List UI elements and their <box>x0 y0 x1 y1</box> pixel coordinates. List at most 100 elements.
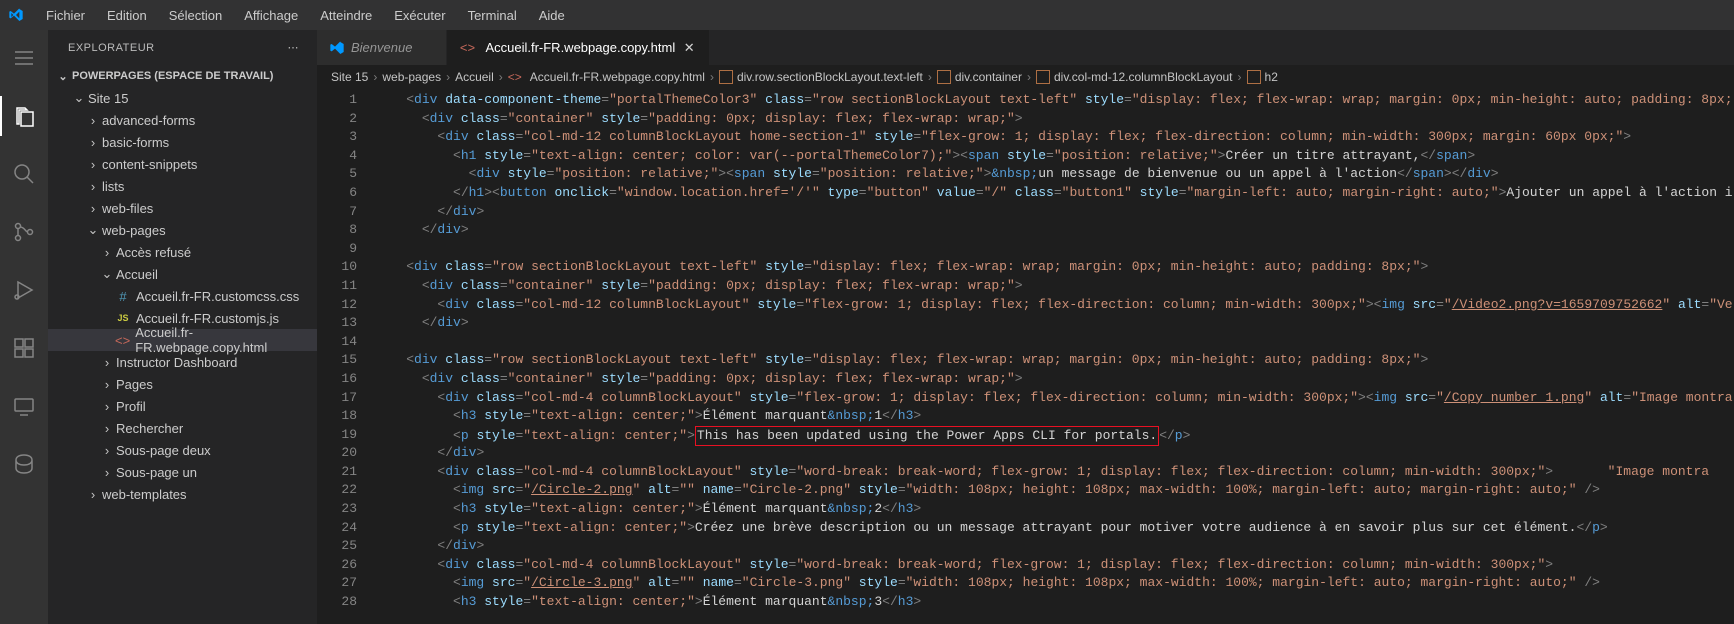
code-line[interactable]: </div> "Image montra <box>375 537 1734 556</box>
html-file-icon: <> <box>114 333 131 348</box>
code-line[interactable]: </h1><button onclick="window.location.hr… <box>375 184 1734 203</box>
vscode-icon <box>329 40 345 56</box>
breadcrumb-div.row.sectionBlockLayout.text-left[interactable]: div.row.sectionBlockLayout.text-left <box>719 70 923 84</box>
close-icon[interactable]: ✕ <box>681 40 697 56</box>
code-line[interactable]: <div class="col-md-4 columnBlockLayout" … <box>375 463 1734 482</box>
tree-folder-Sous-page deux[interactable]: ›Sous-page deux <box>48 439 317 461</box>
line-number: 22 <box>317 481 357 500</box>
menu-exécuter[interactable]: Exécuter <box>384 4 455 27</box>
code-line[interactable]: <div class="container" style="padding: 0… <box>375 370 1734 389</box>
code-line[interactable]: </div> <box>375 221 1734 240</box>
code-editor[interactable]: 1234567891011121314151617181920212223242… <box>317 89 1734 624</box>
search-icon[interactable] <box>0 154 48 194</box>
code-line[interactable]: <div class="container" style="padding: 0… <box>375 277 1734 296</box>
html-file-icon: <> <box>459 40 475 56</box>
breadcrumb-div.col-md-12.columnBlockLayout[interactable]: div.col-md-12.columnBlockLayout <box>1036 70 1233 84</box>
breadcrumb-h2[interactable]: h2 <box>1247 70 1278 84</box>
run-debug-icon[interactable] <box>0 270 48 310</box>
symbol-icon <box>1036 70 1050 84</box>
tree-folder-content-snippets[interactable]: ›content-snippets <box>48 153 317 175</box>
tab-Accueil.fr-FR.webpage.copy.html[interactable]: <>Accueil.fr-FR.webpage.copy.html✕ <box>447 30 710 65</box>
line-number: 17 <box>317 389 357 408</box>
code-line[interactable]: <div style="position: relative;"><span s… <box>375 165 1734 184</box>
line-number: 19 <box>317 426 357 445</box>
code-line[interactable]: <div class="container" style="padding: 0… <box>375 110 1734 129</box>
more-actions-icon[interactable]: ⋯ <box>288 41 300 54</box>
code-line[interactable]: </div> <box>375 314 1734 333</box>
tree-folder-Profil[interactable]: ›Profil <box>48 395 317 417</box>
chevron-right-icon: › <box>100 464 114 480</box>
menu-atteindre[interactable]: Atteindre <box>310 4 382 27</box>
breadcrumb-separator-icon: › <box>1238 70 1242 84</box>
menu-affichage[interactable]: Affichage <box>234 4 308 27</box>
menu-terminal[interactable]: Terminal <box>458 4 527 27</box>
breadcrumb-div.container[interactable]: div.container <box>937 70 1022 84</box>
code-line[interactable]: <div class="col-md-12 columnBlockLayout … <box>375 128 1734 147</box>
code-line[interactable]: <h3 style="text-align: center;">Élément … <box>375 593 1734 612</box>
titlebar: FichierEditionSélectionAffichageAtteindr… <box>0 0 1734 30</box>
chevron-right-icon: › <box>86 156 100 172</box>
code-line[interactable]: </div> <box>375 444 1734 463</box>
tree-folder-Accès refusé[interactable]: ›Accès refusé <box>48 241 317 263</box>
line-number: 15 <box>317 351 357 370</box>
tree-folder-root[interactable]: ⌄Site 15 <box>48 87 317 109</box>
sidebar-title: EXPLORATEUR <box>68 42 155 54</box>
tree-folder-basic-forms[interactable]: ›basic-forms <box>48 131 317 153</box>
workspace-header[interactable]: ⌄POWERPAGES (ESPACE DE TRAVAIL) <box>48 65 317 87</box>
line-number: 26 <box>317 556 357 575</box>
chevron-right-icon: › <box>86 112 100 128</box>
breadcrumb-Site 15[interactable]: Site 15 <box>331 70 368 84</box>
code-line[interactable]: <h1 style="text-align: center; color: va… <box>375 147 1734 166</box>
breadcrumb-Accueil[interactable]: Accueil <box>455 70 494 84</box>
code-line[interactable] <box>375 240 1734 259</box>
tree-folder-accueil[interactable]: ⌄Accueil <box>48 263 317 285</box>
explorer-icon[interactable] <box>0 96 48 136</box>
code-line[interactable] <box>375 333 1734 352</box>
breadcrumb-web-pages[interactable]: web-pages <box>382 70 441 84</box>
tree-file-Accueil.fr-FR.customcss.css[interactable]: #Accueil.fr-FR.customcss.css <box>48 285 317 307</box>
power-platform-icon[interactable] <box>0 444 48 484</box>
menu-sélection[interactable]: Sélection <box>159 4 232 27</box>
code-line[interactable]: <h3 style="text-align: center;">Élément … <box>375 407 1734 426</box>
tree-folder-Pages[interactable]: ›Pages <box>48 373 317 395</box>
code-line[interactable]: <div class="row sectionBlockLayout text-… <box>375 351 1734 370</box>
line-number: 8 <box>317 221 357 240</box>
breadcrumb-Accueil.fr-FR.webpage.copy.html[interactable]: <>Accueil.fr-FR.webpage.copy.html <box>508 70 705 84</box>
code-content[interactable]: <div data-component-theme="portalThemeCo… <box>375 89 1734 624</box>
tree-folder-lists[interactable]: ›lists <box>48 175 317 197</box>
menu-fichier[interactable]: Fichier <box>36 4 95 27</box>
code-line[interactable]: <div data-component-theme="portalThemeCo… <box>375 91 1734 110</box>
menu-edition[interactable]: Edition <box>97 4 157 27</box>
source-control-icon[interactable] <box>0 212 48 252</box>
menu-icon[interactable] <box>0 38 48 78</box>
line-number: 1 <box>317 91 357 110</box>
remote-icon[interactable] <box>0 386 48 426</box>
code-line[interactable]: </div> <box>375 203 1734 222</box>
code-line[interactable]: <div class="col-md-12 columnBlockLayout"… <box>375 296 1734 315</box>
code-line[interactable]: <h3 style="text-align: center;">Élément … <box>375 500 1734 519</box>
symbol-icon <box>719 70 733 84</box>
editor-area: Bienvenue✕<>Accueil.fr-FR.webpage.copy.h… <box>317 30 1734 624</box>
code-line[interactable]: <div class="col-md-4 columnBlockLayout" … <box>375 556 1734 575</box>
chevron-right-icon: › <box>100 354 114 370</box>
tree-file-Accueil.fr-FR.webpage.copy.html[interactable]: <>Accueil.fr-FR.webpage.copy.html <box>48 329 317 351</box>
breadcrumb-separator-icon: › <box>928 70 932 84</box>
menu-aide[interactable]: Aide <box>529 4 575 27</box>
tree-folder-web-pages[interactable]: ⌄web-pages <box>48 219 317 241</box>
tree-folder-web-files[interactable]: ›web-files <box>48 197 317 219</box>
line-number: 18 <box>317 407 357 426</box>
tree-folder-web-templates[interactable]: ›web-templates <box>48 483 317 505</box>
code-line[interactable]: <p style="text-align: center;">Créez une… <box>375 519 1734 538</box>
tab-Bienvenue[interactable]: Bienvenue✕ <box>317 30 447 65</box>
extensions-icon[interactable] <box>0 328 48 368</box>
code-line[interactable]: <div class="col-md-4 columnBlockLayout" … <box>375 389 1734 408</box>
tree-folder-advanced-forms[interactable]: ›advanced-forms <box>48 109 317 131</box>
code-line[interactable]: <img src="/Circle-3.png" alt="" name="Ci… <box>375 574 1734 593</box>
tree-folder-Sous-page un[interactable]: ›Sous-page un <box>48 461 317 483</box>
chevron-right-icon: › <box>100 376 114 392</box>
tree-folder-Rechercher[interactable]: ›Rechercher <box>48 417 317 439</box>
code-line[interactable]: <img src="/Circle-2.png" alt="" name="Ci… <box>375 481 1734 500</box>
code-line[interactable]: <p style="text-align: center;">This has … <box>375 426 1734 445</box>
breadcrumbs[interactable]: Site 15›web-pages›Accueil›<>Accueil.fr-F… <box>317 65 1734 89</box>
code-line[interactable]: <div class="row sectionBlockLayout text-… <box>375 258 1734 277</box>
